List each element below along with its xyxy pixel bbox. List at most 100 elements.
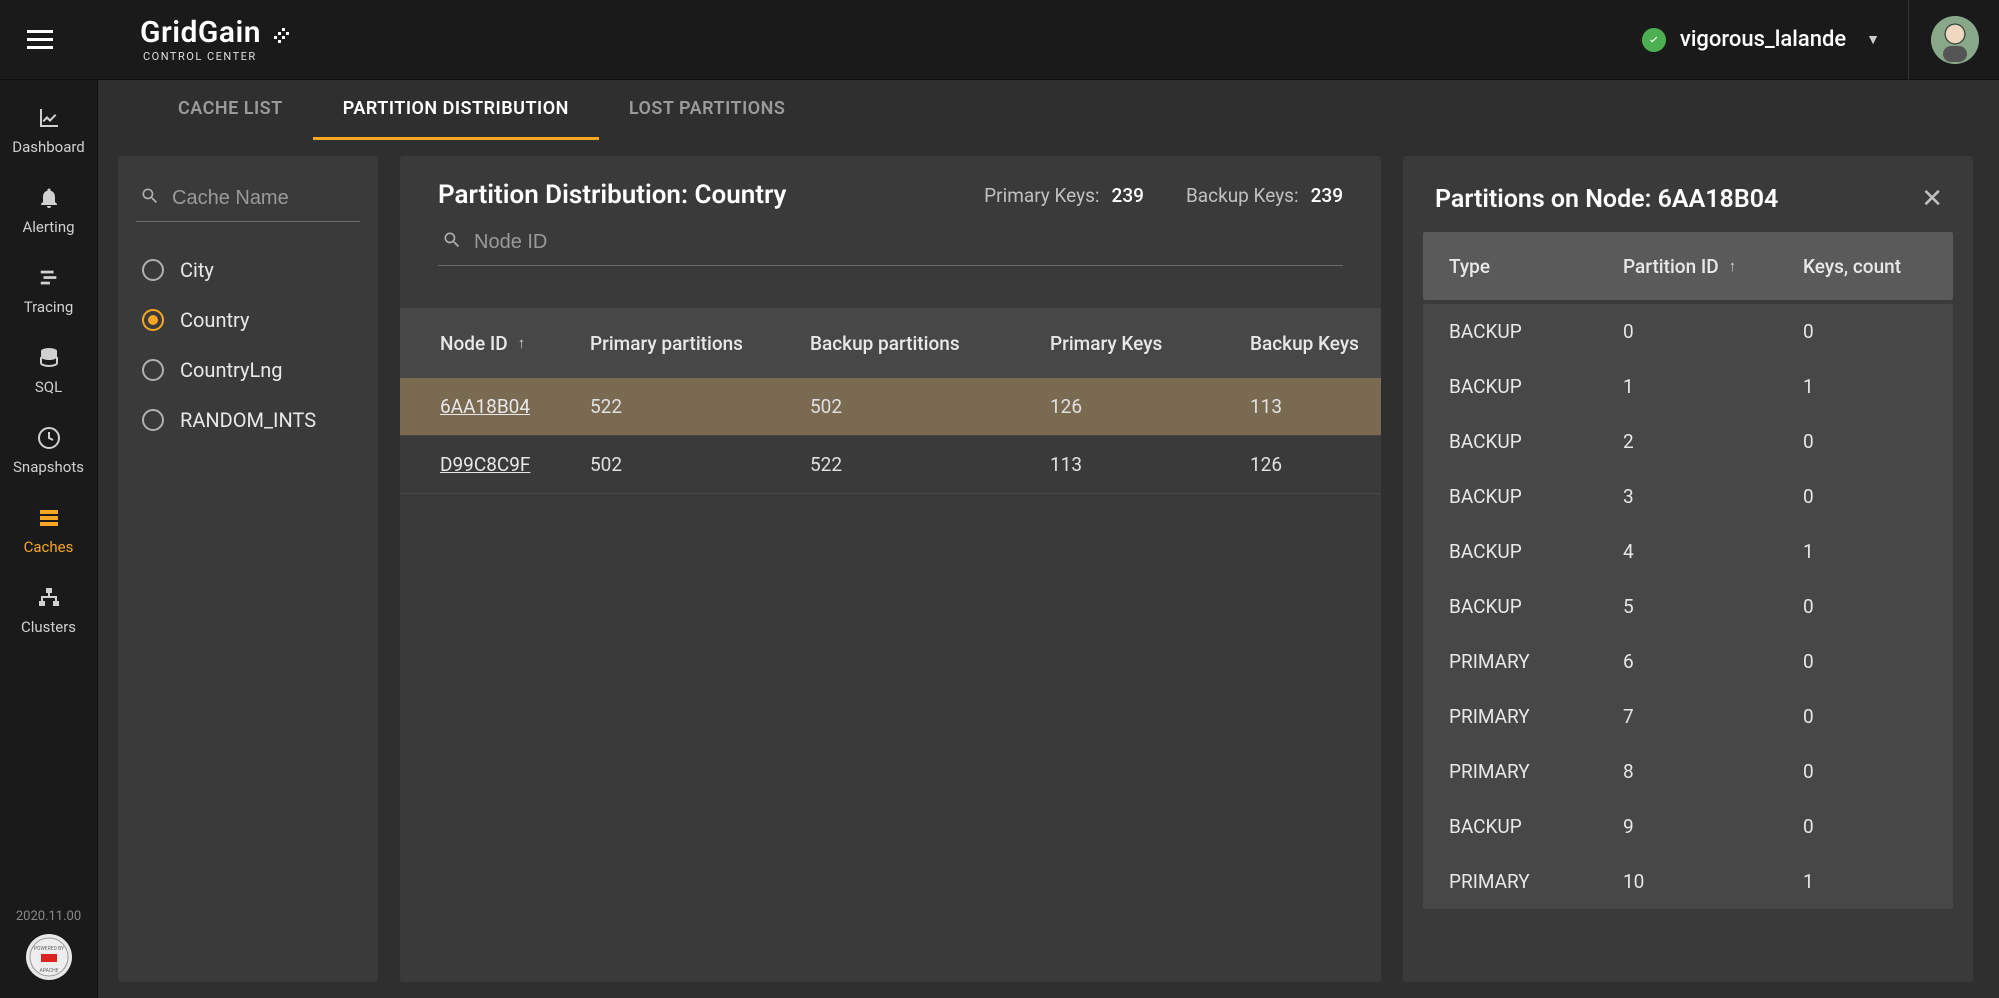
brand-sub: CONTROL CENTER: [143, 50, 294, 63]
cache-search-input[interactable]: [172, 187, 437, 210]
sort-asc-icon: ↑: [518, 334, 526, 352]
close-button[interactable]: ✕: [1913, 180, 1951, 218]
partition-table-row[interactable]: PRIMARY 6 0: [1423, 634, 1953, 689]
cache-radio-label: CountryLng: [180, 358, 283, 382]
cell-keys-count: 1: [1803, 540, 1953, 563]
sidebar-item-label: Clusters: [21, 618, 76, 636]
col-backup-keys[interactable]: Backup Keys: [1250, 332, 1381, 355]
topbar: GridGain CONTROL CENTER vigorous_lalande…: [0, 0, 1999, 80]
sidebar-item-label: Snapshots: [13, 458, 84, 476]
cell-keys-count: 0: [1803, 320, 1953, 343]
clock-icon: [33, 424, 65, 452]
col-type[interactable]: Type: [1423, 255, 1623, 278]
stack-icon: [33, 504, 65, 532]
partition-table: Type Partition ID ↑ Keys, count BACKUP 0…: [1423, 232, 1953, 909]
cell-partition-id: 2: [1623, 430, 1803, 453]
cluster-selector[interactable]: vigorous_lalande ▼: [1614, 0, 1909, 80]
partition-detail-panel: Partitions on Node: 6AA18B04 ✕ Type Part…: [1403, 156, 1973, 982]
svg-text:POWERED BY: POWERED BY: [33, 946, 63, 952]
search-icon: [442, 230, 462, 255]
col-partition-id[interactable]: Partition ID ↑: [1623, 255, 1803, 278]
cell-partition-id: 0: [1623, 320, 1803, 343]
cache-radio-label: City: [180, 258, 214, 282]
sidebar-item-alerting[interactable]: Alerting: [0, 170, 97, 250]
cache-list-panel: City Country CountryLng RANDOM_INTS: [118, 156, 378, 982]
sidebar-item-dashboard[interactable]: Dashboard: [0, 90, 97, 170]
backup-keys-label: Backup Keys:: [1186, 184, 1299, 207]
cache-radio-city[interactable]: City: [142, 258, 354, 282]
partition-table-row[interactable]: PRIMARY 7 0: [1423, 689, 1953, 744]
cell-primary-keys: 113: [1050, 453, 1250, 476]
col-keys-count[interactable]: Keys, count: [1803, 255, 1953, 278]
cell-keys-count: 0: [1803, 815, 1953, 838]
partition-table-row[interactable]: BACKUP 4 1: [1423, 524, 1953, 579]
tab-lost-partitions[interactable]: LOST PARTITIONS: [599, 80, 816, 140]
partition-table-row[interactable]: BACKUP 0 0: [1423, 304, 1953, 359]
radio-icon: [142, 309, 164, 331]
cache-radio-country[interactable]: Country: [142, 308, 354, 332]
sidebar-item-label: SQL: [35, 378, 62, 396]
search-icon: [140, 186, 160, 211]
cell-partition-id: 3: [1623, 485, 1803, 508]
cell-keys-count: 1: [1803, 870, 1953, 893]
status-ok-icon: [1642, 28, 1666, 52]
node-search[interactable]: [438, 224, 1343, 266]
trace-icon: [33, 264, 65, 292]
cache-radio-label: Country: [180, 308, 249, 332]
partition-table-row[interactable]: BACKUP 1 1: [1423, 359, 1953, 414]
node-id-link[interactable]: D99C8C9F: [440, 453, 530, 476]
sidebar: Dashboard Alerting Tracing SQL Snapshots…: [0, 80, 98, 998]
partition-table-row[interactable]: BACKUP 3 0: [1423, 469, 1953, 524]
cache-radio-countrylng[interactable]: CountryLng: [142, 358, 354, 382]
col-primary-keys[interactable]: Primary Keys: [1050, 332, 1250, 355]
sidebar-item-clusters[interactable]: Clusters: [0, 570, 97, 650]
distribution-title: Partition Distribution: Country: [438, 180, 984, 210]
powered-by-badge: POWERED BYAPACHE: [26, 934, 72, 980]
tab-cache-list[interactable]: CACHE LIST: [148, 80, 313, 140]
chevron-down-icon: ▼: [1866, 31, 1880, 48]
chart-icon: [33, 104, 65, 132]
menu-toggle-button[interactable]: [20, 20, 60, 60]
cell-type: BACKUP: [1423, 430, 1623, 453]
partition-table-row[interactable]: BACKUP 9 0: [1423, 799, 1953, 854]
primary-keys-label: Primary Keys:: [984, 184, 1099, 207]
cache-radio-random_ints[interactable]: RANDOM_INTS: [142, 408, 354, 432]
cell-type: BACKUP: [1423, 815, 1623, 838]
partition-table-row[interactable]: BACKUP 5 0: [1423, 579, 1953, 634]
brand-main: GridGain: [140, 15, 261, 50]
cell-type: PRIMARY: [1423, 705, 1623, 728]
sidebar-item-snapshots[interactable]: Snapshots: [0, 410, 97, 490]
node-id-link[interactable]: 6AA18B04: [440, 395, 530, 418]
col-node-id[interactable]: Node ID ↑: [400, 332, 590, 355]
distribution-panel: Partition Distribution: Country Primary …: [400, 156, 1381, 982]
cache-radio-list: City Country CountryLng RANDOM_INTS: [136, 240, 360, 450]
partition-table-row[interactable]: PRIMARY 10 1: [1423, 854, 1953, 909]
avatar[interactable]: [1931, 16, 1979, 64]
cell-partition-id: 9: [1623, 815, 1803, 838]
sidebar-item-tracing[interactable]: Tracing: [0, 250, 97, 330]
node-search-input[interactable]: [474, 231, 1339, 254]
node-table-row[interactable]: D99C8C9F 502 522 113 126: [400, 436, 1381, 494]
cell-backup-partitions: 522: [810, 453, 1050, 476]
partition-table-row[interactable]: PRIMARY 8 0: [1423, 744, 1953, 799]
sidebar-item-label: Tracing: [24, 298, 74, 316]
tab-partition-distribution[interactable]: PARTITION DISTRIBUTION: [313, 80, 599, 140]
brand-logo: GridGain CONTROL CENTER: [140, 15, 294, 65]
col-partition-id-label: Partition ID: [1623, 255, 1719, 278]
cell-partition-id: 6: [1623, 650, 1803, 673]
cell-type: BACKUP: [1423, 595, 1623, 618]
cache-search[interactable]: [136, 180, 360, 222]
sidebar-item-label: Dashboard: [12, 138, 85, 156]
cell-type: BACKUP: [1423, 375, 1623, 398]
cell-backup-keys: 113: [1250, 395, 1381, 418]
col-primary-partitions[interactable]: Primary partitions: [590, 332, 810, 355]
sidebar-item-caches[interactable]: Caches: [0, 490, 97, 570]
db-icon: [33, 344, 65, 372]
col-backup-partitions[interactable]: Backup partitions: [810, 332, 1050, 355]
node-table-row[interactable]: 6AA18B04 522 502 126 113: [400, 378, 1381, 436]
cell-primary-partitions: 522: [590, 395, 810, 418]
sidebar-item-sql[interactable]: SQL: [0, 330, 97, 410]
partition-table-row[interactable]: BACKUP 2 0: [1423, 414, 1953, 469]
cell-type: BACKUP: [1423, 320, 1623, 343]
cell-keys-count: 0: [1803, 650, 1953, 673]
